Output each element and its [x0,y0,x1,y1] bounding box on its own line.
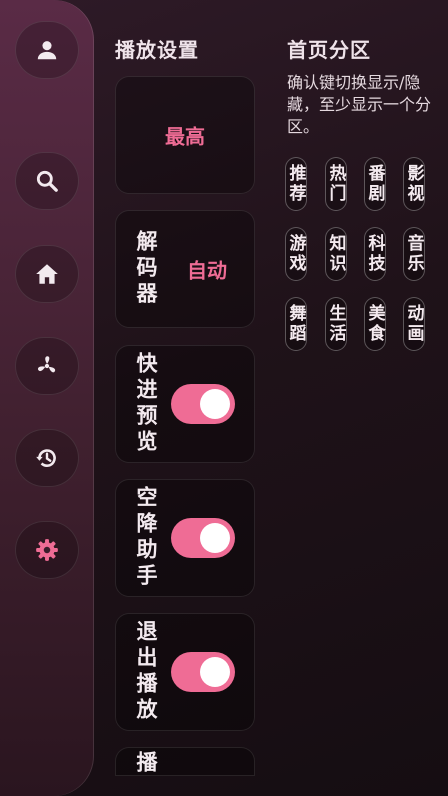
exit-play-toggle[interactable] [171,652,235,692]
nav-search-button[interactable] [15,152,79,210]
search-icon [36,170,58,192]
section-chip[interactable]: 动画 [403,297,425,351]
toggle-knob [200,389,230,419]
next-setting-label: 播 [134,751,158,776]
nav-profile-button[interactable] [15,21,79,79]
decoder-setting-card[interactable]: 解码器 自动 [115,210,255,328]
quality-value: 最高 [165,124,205,149]
home-icon [36,264,58,284]
home-sections-title: 首页分区 [287,38,371,62]
decoder-label: 解码器 [134,230,158,308]
exit-play-setting-card: 退出播放 [115,613,255,731]
gear-icon [36,539,58,561]
section-chip[interactable]: 舞蹈 [285,297,307,351]
decoder-value: 自动 [187,258,227,283]
user-icon [37,41,57,60]
airdrop-setting-card: 空降助手 [115,479,255,597]
fan-icon [37,356,56,373]
fast-preview-label: 快进预览 [134,352,158,456]
airdrop-label: 空降助手 [134,486,158,590]
nav-history-button[interactable] [15,429,79,487]
section-chip[interactable]: 知识 [325,227,347,281]
exit-play-label: 退出播放 [134,620,158,724]
nav-settings-button[interactable] [15,521,79,579]
section-chip[interactable]: 游戏 [285,227,307,281]
nav-home-button[interactable] [15,245,79,303]
toggle-knob [200,657,230,687]
section-chip[interactable]: 推荐 [285,157,307,211]
fast-preview-toggle[interactable] [171,384,235,424]
sidebar [0,0,94,796]
history-icon [36,449,56,467]
section-chip[interactable]: 科技 [364,227,386,281]
quality-setting-card[interactable]: 最高 [115,76,255,194]
nav-fan-button[interactable] [15,337,79,395]
section-chip[interactable]: 番剧 [364,157,386,211]
toggle-knob [200,523,230,553]
section-chip[interactable]: 美食 [364,297,386,351]
section-chip[interactable]: 热门 [325,157,347,211]
airdrop-toggle[interactable] [171,518,235,558]
section-chip[interactable]: 音乐 [403,227,425,281]
fast-preview-setting-card: 快进预览 [115,345,255,463]
section-chip[interactable]: 影视 [403,157,425,211]
home-sections-description: 确认键切换显示/隐藏，至少显示一个分区。 [287,73,432,136]
next-setting-card[interactable]: 播 [115,747,255,776]
playback-settings-title: 播放设置 [115,38,199,62]
section-chip[interactable]: 生活 [325,297,347,351]
